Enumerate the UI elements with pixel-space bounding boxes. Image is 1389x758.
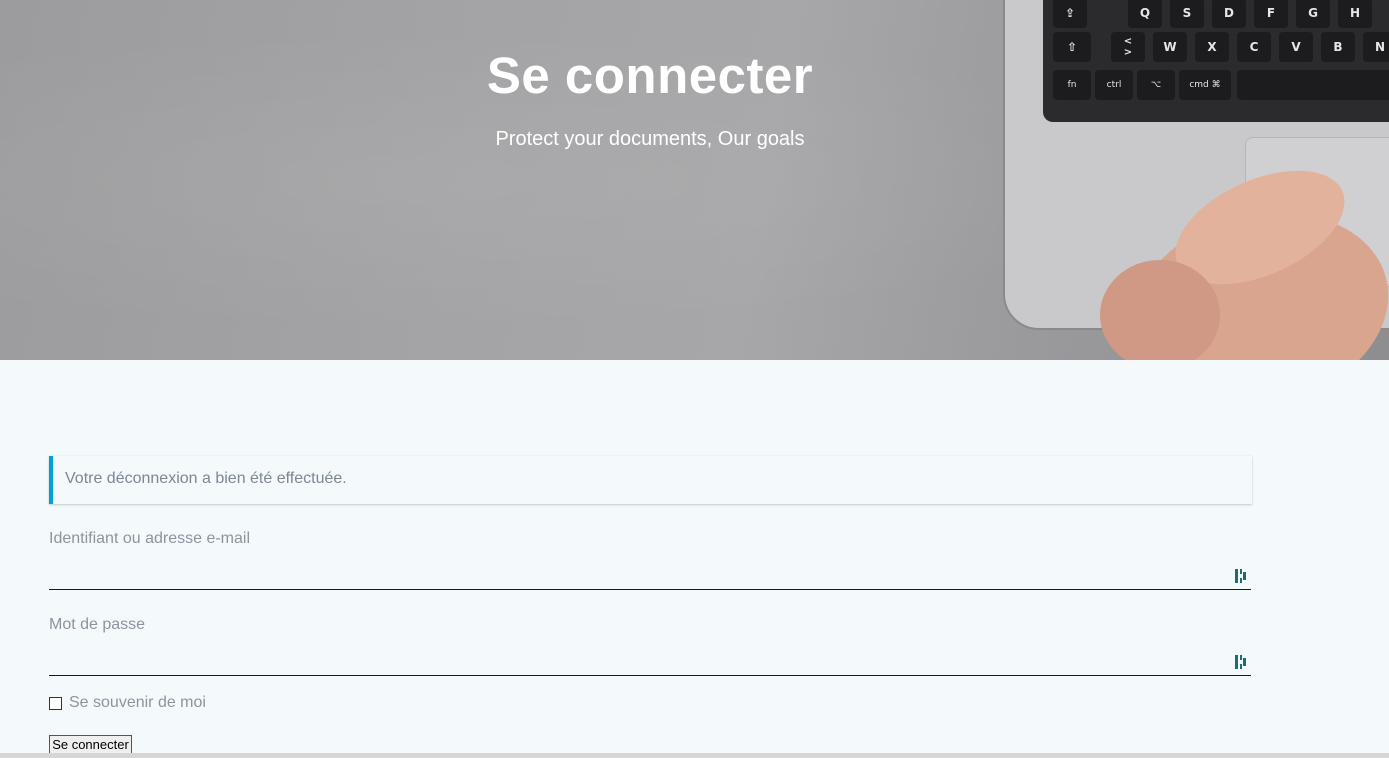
key: D [1212,0,1246,28]
login-button[interactable]: Se connecter [49,735,132,755]
remember-me[interactable]: Se souvenir de moi [49,694,206,712]
notice-message: Votre déconnexion a bien été effectuée. [65,470,347,487]
remember-label: Se souvenir de moi [69,694,206,711]
password-manager-icon[interactable] [1235,569,1247,583]
password-input[interactable] [49,644,1251,676]
page-title: Se connecter [486,47,814,104]
key: F [1254,0,1288,28]
key: G [1296,0,1330,28]
horizontal-scrollbar[interactable] [0,753,1389,758]
password-label: Mot de passe [49,616,146,633]
key: H [1338,0,1372,28]
password-manager-icon[interactable] [1235,655,1247,669]
key: B [1321,32,1355,62]
username-input[interactable] [49,558,1251,590]
key: S [1170,0,1204,28]
hand-image [1100,260,1220,360]
hero-banner: ⇪ Q S D F G H ⇧ < > W X C V B N fn ctrl … [0,0,1389,360]
key: N [1363,32,1389,62]
key: ⇪ [1053,0,1087,28]
key: Q [1128,0,1162,28]
username-label: Identifiant ou adresse e-mail [49,530,250,547]
logout-notice: Votre déconnexion a bien été effectuée. [49,456,1252,504]
page-subtitle: Protect your documents, Our goals [495,128,805,150]
remember-checkbox[interactable] [49,696,62,710]
